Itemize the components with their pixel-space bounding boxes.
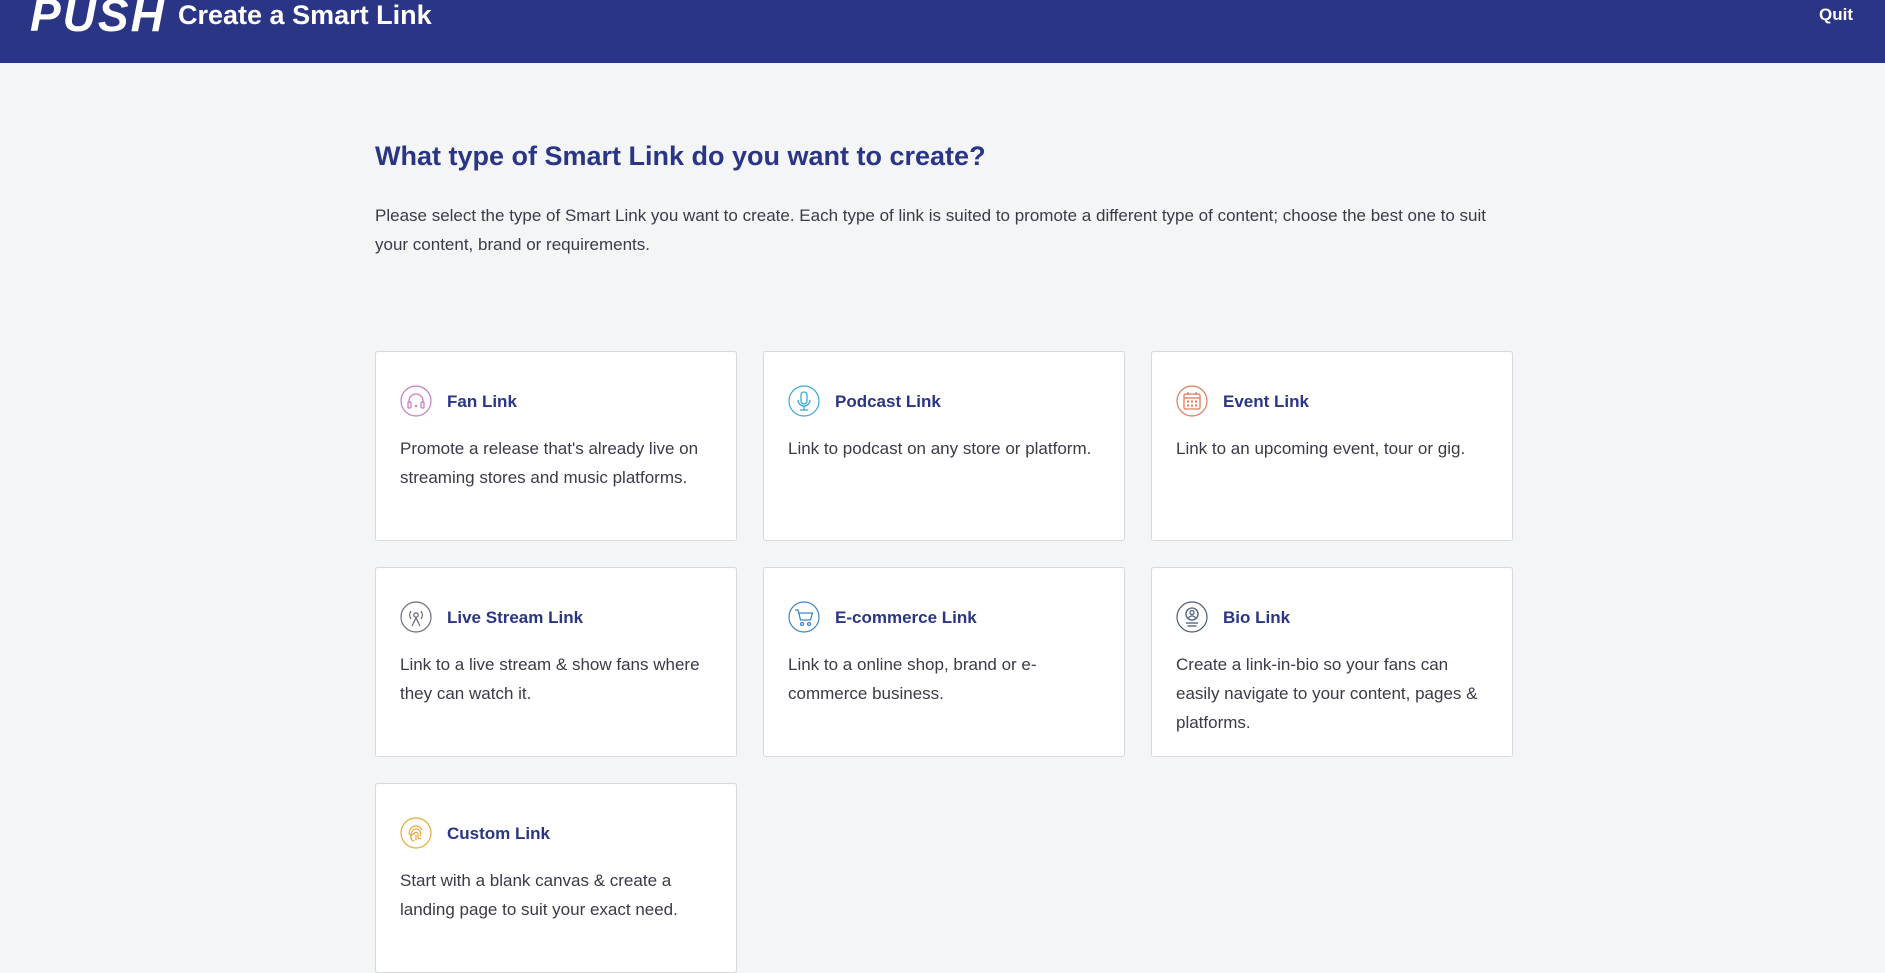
quit-button[interactable]: Quit [1819, 5, 1853, 25]
card-title: Bio Link [1223, 608, 1291, 627]
card-title: Custom Link [447, 824, 550, 843]
app-title: Create a Smart Link [178, 0, 432, 30]
link-type-card-ecommerce[interactable]: E-commerce Link Link to a online shop, b… [763, 567, 1125, 757]
link-type-card-event[interactable]: Event Link Link to an upcoming event, to… [1151, 351, 1513, 541]
page-intro: Please select the type of Smart Link you… [375, 206, 1486, 254]
fingerprint-icon [400, 817, 432, 849]
card-description: Link to a live stream & show fans where … [400, 655, 700, 703]
headphones-icon [400, 385, 432, 417]
card-description: Link to a online shop, brand or e-commer… [788, 655, 1037, 703]
link-type-card-bio[interactable]: Bio Link Create a link-in-bio so your fa… [1151, 567, 1513, 757]
card-title: Event Link [1223, 392, 1309, 411]
microphone-icon [788, 385, 820, 417]
page-heading: What type of Smart Link do you want to c… [375, 141, 986, 171]
link-type-card-custom[interactable]: Custom Link Start with a blank canvas & … [375, 783, 737, 973]
top-bar: PUSH Create a Smart Link Quit [0, 0, 1885, 63]
link-type-card-live-stream[interactable]: Live Stream Link Link to a live stream &… [375, 567, 737, 757]
card-title: E-commerce Link [835, 608, 977, 627]
card-title: Podcast Link [835, 392, 941, 411]
card-description: Link to an upcoming event, tour or gig. [1176, 439, 1466, 458]
profile-icon [1176, 601, 1208, 633]
card-title: Fan Link [447, 392, 517, 411]
link-type-card-fan[interactable]: Fan Link Promote a release that's alread… [375, 351, 737, 541]
broadcast-icon [400, 601, 432, 633]
card-description: Promote a release that's already live on… [400, 439, 699, 487]
calendar-icon [1176, 385, 1208, 417]
card-description: Create a link-in-bio so your fans can ea… [1176, 655, 1478, 732]
link-type-card-podcast[interactable]: Podcast Link Link to podcast on any stor… [763, 351, 1125, 541]
card-description: Start with a blank canvas & create a lan… [400, 871, 678, 919]
shopping-cart-icon [788, 601, 820, 633]
push-logo[interactable]: PUSH [30, 0, 166, 38]
card-description: Link to podcast on any store or platform… [788, 439, 1092, 458]
card-title: Live Stream Link [447, 608, 584, 627]
